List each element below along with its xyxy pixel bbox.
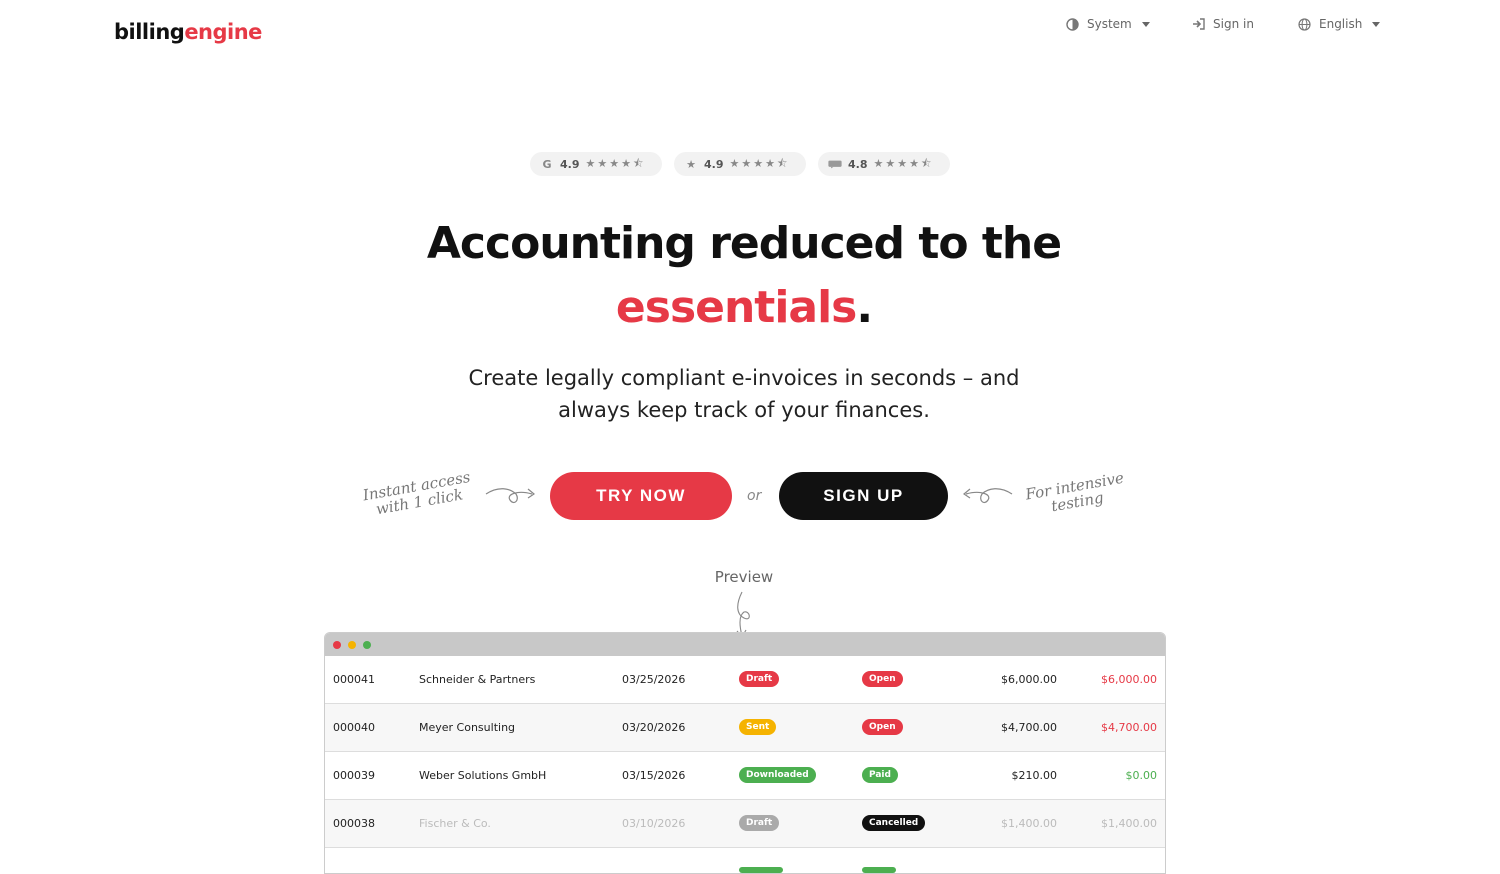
status-badge: Draft (739, 671, 780, 687)
invoice-balance: $4,700.00 (1101, 721, 1157, 734)
invoice-balance: $0.00 (1125, 769, 1158, 782)
hero-subtitle-line2: always keep track of your finances. (558, 398, 930, 422)
invoice-amount: $4,700.00 (1001, 721, 1057, 734)
logo-text-billing: billing (114, 20, 185, 44)
or-label: or (747, 488, 762, 504)
status-badge: Draft (739, 815, 780, 831)
rating-badge-reviews[interactable]: ★ 4.9 ★★★★⯪ (674, 152, 806, 176)
invoice-amount: $1,400.00 (1001, 817, 1057, 830)
signin-icon (1193, 18, 1205, 30)
note-instant-access: Instant access with 1 click (356, 468, 480, 520)
client-name: Meyer Consulting (419, 721, 516, 734)
invoice-date: 03/25/2026 (622, 673, 686, 686)
invoice-number: 000039 (333, 769, 375, 782)
invoice-balance: $6,000.00 (1101, 673, 1157, 686)
preview-window: 000041 Schneider & Partners 03/25/2026 D… (324, 632, 1166, 874)
client-name: Weber Solutions GmbH (419, 769, 547, 782)
contrast-icon (1066, 17, 1079, 31)
hero-subtitle-line1: Create legally compliant e-invoices in s… (468, 366, 1020, 390)
payment-badge: Open (862, 719, 903, 735)
star-icon: ★ (686, 157, 696, 171)
arrow-left-icon (962, 488, 1013, 504)
client-name: Schneider & Partners (419, 673, 536, 686)
rating-score: 4.9 (560, 157, 580, 171)
sign-up-button[interactable]: SIGN UP (779, 472, 948, 520)
invoice-balance: $1,400.00 (1101, 817, 1157, 830)
logo[interactable]: billingengine (114, 20, 262, 44)
note-intensive-testing: For intensive testing (1014, 468, 1138, 520)
payment-badge: Paid (862, 767, 898, 783)
payment-badge (862, 867, 896, 873)
window-titlebar (325, 633, 1165, 656)
table-row[interactable]: 000041 Schneider & Partners 03/25/2026 D… (325, 656, 1165, 704)
window-close-dot (333, 640, 341, 649)
signin-label: Sign in (1213, 17, 1254, 31)
hero-title-period: . (856, 282, 873, 333)
language-selector[interactable]: English (1298, 17, 1381, 31)
rating-stars: ★★★★⯪ (729, 156, 790, 170)
status-badge: Sent (739, 719, 777, 735)
arrow-right-icon (485, 488, 536, 504)
globe-icon (1298, 17, 1311, 31)
theme-label: System (1087, 17, 1132, 31)
theme-selector[interactable]: System (1066, 17, 1150, 31)
invoice-number: 000038 (333, 817, 375, 830)
table-row[interactable] (325, 848, 1165, 873)
invoice-date: 03/15/2026 (622, 769, 686, 782)
payment-badge: Open (862, 671, 903, 687)
rating-stars: ★★★★⯪ (585, 156, 646, 170)
google-icon: G (542, 157, 552, 171)
ratings-bar: G 4.9 ★★★★⯪ ★ 4.9 ★★★★⯪ 4.8 ★★★★⯪ (530, 152, 950, 176)
invoice-date: 03/20/2026 (622, 721, 686, 734)
chevron-down-icon (1141, 21, 1150, 27)
hero-title-line1: Accounting reduced to the (426, 218, 1062, 269)
rating-score: 4.9 (704, 157, 724, 171)
signin-link[interactable]: Sign in (1192, 17, 1254, 31)
rating-score: 4.8 (848, 157, 868, 171)
invoice-number: 000040 (333, 721, 375, 734)
logo-text-engine: engine (184, 20, 262, 44)
language-label: English (1319, 17, 1363, 31)
rating-stars: ★★★★⯪ (873, 156, 934, 170)
hero-title-accent: essentials (615, 282, 857, 333)
invoice-number: 000041 (333, 673, 375, 686)
chevron-down-icon (1372, 21, 1381, 27)
table-row[interactable]: 000039 Weber Solutions GmbH 03/15/2026 D… (325, 752, 1165, 800)
invoice-date: 03/10/2026 (622, 817, 686, 830)
try-now-button[interactable]: TRY NOW (550, 472, 732, 520)
table-row[interactable]: 000040 Meyer Consulting 03/20/2026 Sent … (325, 704, 1165, 752)
window-minimize-dot (348, 640, 356, 649)
status-badge (739, 867, 783, 873)
invoice-amount: $210.00 (1011, 769, 1058, 782)
hero-title: Accounting reduced to the essentials. (0, 212, 1488, 340)
payment-badge: Cancelled (862, 815, 926, 831)
preview-label: Preview (714, 568, 774, 586)
rating-badge-omr[interactable]: 4.8 ★★★★⯪ (818, 152, 950, 176)
client-name: Fischer & Co. (419, 817, 491, 830)
window-maximize-dot (363, 640, 371, 649)
invoice-amount: $6,000.00 (1001, 673, 1057, 686)
hero-subtitle: Create legally compliant e-invoices in s… (0, 362, 1488, 426)
table-row[interactable]: 000038 Fischer & Co. 03/10/2026 Draft Ca… (325, 800, 1165, 848)
omr-icon (828, 160, 842, 168)
rating-badge-google[interactable]: G 4.9 ★★★★⯪ (530, 152, 662, 176)
status-badge: Downloaded (739, 767, 816, 783)
